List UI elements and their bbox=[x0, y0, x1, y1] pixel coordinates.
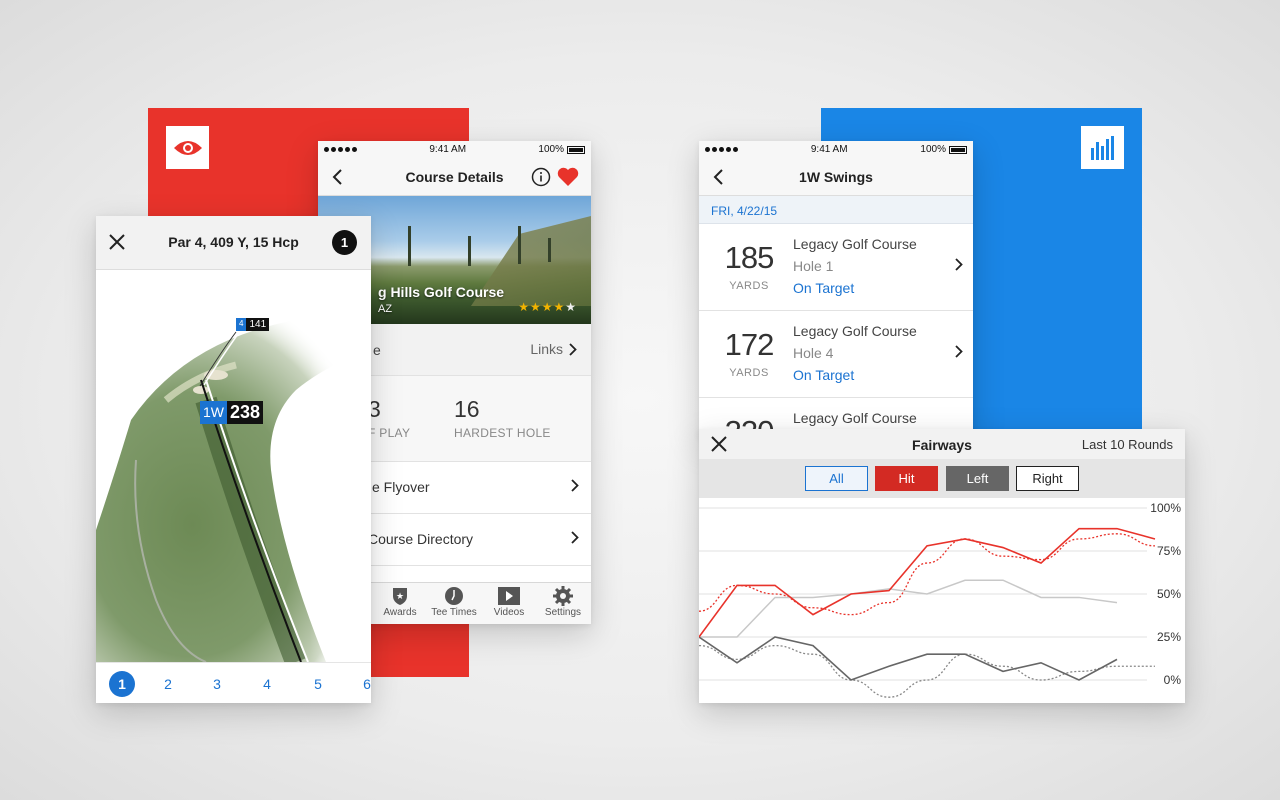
tab-videos[interactable]: Videos bbox=[481, 585, 537, 618]
links-row-value: Links bbox=[530, 341, 563, 357]
hole-header: Par 4, 409 Y, 15 Hcp 1 bbox=[96, 216, 371, 270]
swing-course: Legacy Golf Course bbox=[793, 236, 917, 252]
swing-result: On Target bbox=[793, 280, 855, 296]
chevron-left-icon bbox=[713, 169, 723, 185]
course-location: AZ bbox=[378, 303, 393, 315]
filter-all-button[interactable]: All bbox=[805, 466, 868, 491]
nav-bar: 1W Swings bbox=[699, 158, 973, 196]
shot-distance: 238 bbox=[227, 401, 264, 424]
swing-row[interactable]: 172 YARDS Legacy Golf Course Hole 4 On T… bbox=[699, 311, 973, 398]
filter-right-button[interactable]: Right bbox=[1016, 466, 1079, 491]
hole-selector: 1 2 3 4 5 6 bbox=[96, 662, 371, 703]
flyover-label: e Flyover bbox=[372, 479, 430, 495]
tab-label: Tee Times bbox=[431, 607, 477, 618]
y-tick-label: 25% bbox=[1157, 630, 1181, 644]
hole-button-5[interactable]: 5 bbox=[305, 671, 331, 697]
battery-level: 100% bbox=[920, 144, 946, 155]
swing-hole: Hole 1 bbox=[793, 258, 834, 274]
filter-bar: All Hit Left Right bbox=[699, 459, 1185, 498]
hole-button-1[interactable]: 1 bbox=[109, 671, 135, 697]
battery-icon bbox=[567, 145, 585, 154]
flag-marker: 4 141 bbox=[236, 318, 270, 331]
shield-star-icon: ★ bbox=[393, 588, 407, 605]
shot-marker[interactable]: 1W 238 bbox=[200, 401, 264, 424]
flag-yards: 141 bbox=[246, 318, 270, 331]
bar-chart-icon bbox=[1081, 126, 1124, 169]
swing-yards: 172 bbox=[724, 327, 775, 362]
stat-value: 16 bbox=[454, 396, 480, 422]
filter-left-button[interactable]: Left bbox=[946, 466, 1009, 491]
fairways-line-chart: 100% 75% 50% 25% 0% bbox=[699, 501, 1182, 698]
club-label: 1W bbox=[200, 401, 227, 424]
tab-awards[interactable]: ★ Awards bbox=[372, 585, 428, 618]
chevron-right-icon bbox=[571, 531, 579, 544]
series-line-left bbox=[699, 636, 1118, 681]
swing-course: Legacy Golf Course bbox=[793, 323, 917, 339]
stat-label: F PLAY bbox=[368, 426, 411, 440]
tab-label: Settings bbox=[544, 607, 582, 618]
play-icon bbox=[498, 587, 520, 605]
chevron-right-icon bbox=[955, 258, 963, 271]
filter-hit-button[interactable]: Hit bbox=[875, 466, 938, 491]
back-button[interactable] bbox=[709, 167, 729, 187]
chevron-right-icon bbox=[569, 342, 577, 356]
fairways-header: Fairways Last 10 Rounds bbox=[699, 429, 1185, 459]
hole-map-screen: Par 4, 409 Y, 15 Hcp 1 4 141 1W 238 1 2 … bbox=[96, 216, 371, 703]
chevron-right-icon bbox=[955, 345, 963, 358]
course-directory-label: Course Directory bbox=[368, 531, 474, 547]
hole-number-badge: 1 bbox=[332, 230, 357, 255]
fairways-stats-panel: Fairways Last 10 Rounds All Hit Left Rig… bbox=[699, 429, 1185, 703]
swing-course: Legacy Golf Course bbox=[793, 410, 917, 426]
y-tick-label: 75% bbox=[1157, 544, 1181, 558]
battery-icon bbox=[949, 145, 967, 154]
gear-icon bbox=[553, 586, 573, 606]
y-tick-label: 100% bbox=[1150, 501, 1181, 515]
series-line bbox=[699, 579, 1118, 638]
page-title: 1W Swings bbox=[799, 168, 873, 185]
clock-icon bbox=[445, 587, 463, 605]
tab-label: Awards bbox=[383, 607, 417, 618]
signal-icon bbox=[324, 147, 357, 152]
chevron-right-icon bbox=[571, 479, 579, 492]
rounds-range: Last 10 Rounds bbox=[1081, 437, 1173, 452]
back-button[interactable] bbox=[328, 167, 348, 187]
swing-row[interactable]: 185 YARDS Legacy Golf Course Hole 1 On T… bbox=[699, 224, 973, 311]
trend-line bbox=[699, 644, 1155, 698]
status-bar: 9:41 AM 100% bbox=[318, 141, 591, 158]
swing-yards: 185 bbox=[724, 240, 775, 275]
tab-label: Videos bbox=[493, 607, 525, 618]
status-bar: 9:41 AM 100% bbox=[699, 141, 973, 158]
tab-settings[interactable]: Settings bbox=[535, 585, 591, 618]
hole-button-4[interactable]: 4 bbox=[254, 671, 280, 697]
swings-screen: 9:41 AM 100% 1W Swings FRI, 4/22/15 185 … bbox=[699, 141, 973, 438]
status-time: 9:41 AM bbox=[429, 144, 467, 155]
y-tick-label: 0% bbox=[1164, 673, 1182, 687]
course-name: g Hills Golf Course bbox=[378, 284, 505, 300]
signal-icon bbox=[705, 147, 738, 152]
course-rating-stars: ★★★★★ bbox=[518, 300, 577, 314]
favorite-heart-icon[interactable] bbox=[557, 167, 579, 192]
series-line-hit bbox=[699, 527, 1156, 638]
hole-button-2[interactable]: 2 bbox=[155, 671, 181, 697]
flag-club: 4 bbox=[236, 318, 247, 331]
status-time: 9:41 AM bbox=[810, 144, 848, 155]
eye-icon bbox=[166, 126, 209, 169]
swing-yards-unit: YARDS bbox=[729, 280, 769, 292]
hole-button-3[interactable]: 3 bbox=[204, 671, 230, 697]
hole-flyover-map[interactable]: 4 141 1W 238 bbox=[96, 270, 371, 666]
links-row-label: e bbox=[373, 342, 381, 358]
hole-button-6[interactable]: 6 bbox=[354, 671, 371, 697]
swing-yards-unit: YARDS bbox=[729, 367, 769, 379]
swing-result: On Target bbox=[793, 367, 855, 383]
y-tick-label: 50% bbox=[1157, 587, 1181, 601]
tab-tee-times[interactable]: Tee Times bbox=[426, 585, 482, 618]
battery-level: 100% bbox=[538, 144, 564, 155]
stat-label: HARDEST HOLE bbox=[454, 426, 551, 440]
date-header: FRI, 4/22/15 bbox=[699, 196, 973, 224]
svg-text:★: ★ bbox=[396, 591, 404, 601]
nav-bar: Course Details bbox=[318, 158, 591, 196]
info-icon[interactable] bbox=[531, 167, 551, 192]
swing-hole: Hole 4 bbox=[793, 345, 834, 361]
hole-info-title: Par 4, 409 Y, 15 Hcp bbox=[168, 234, 299, 250]
